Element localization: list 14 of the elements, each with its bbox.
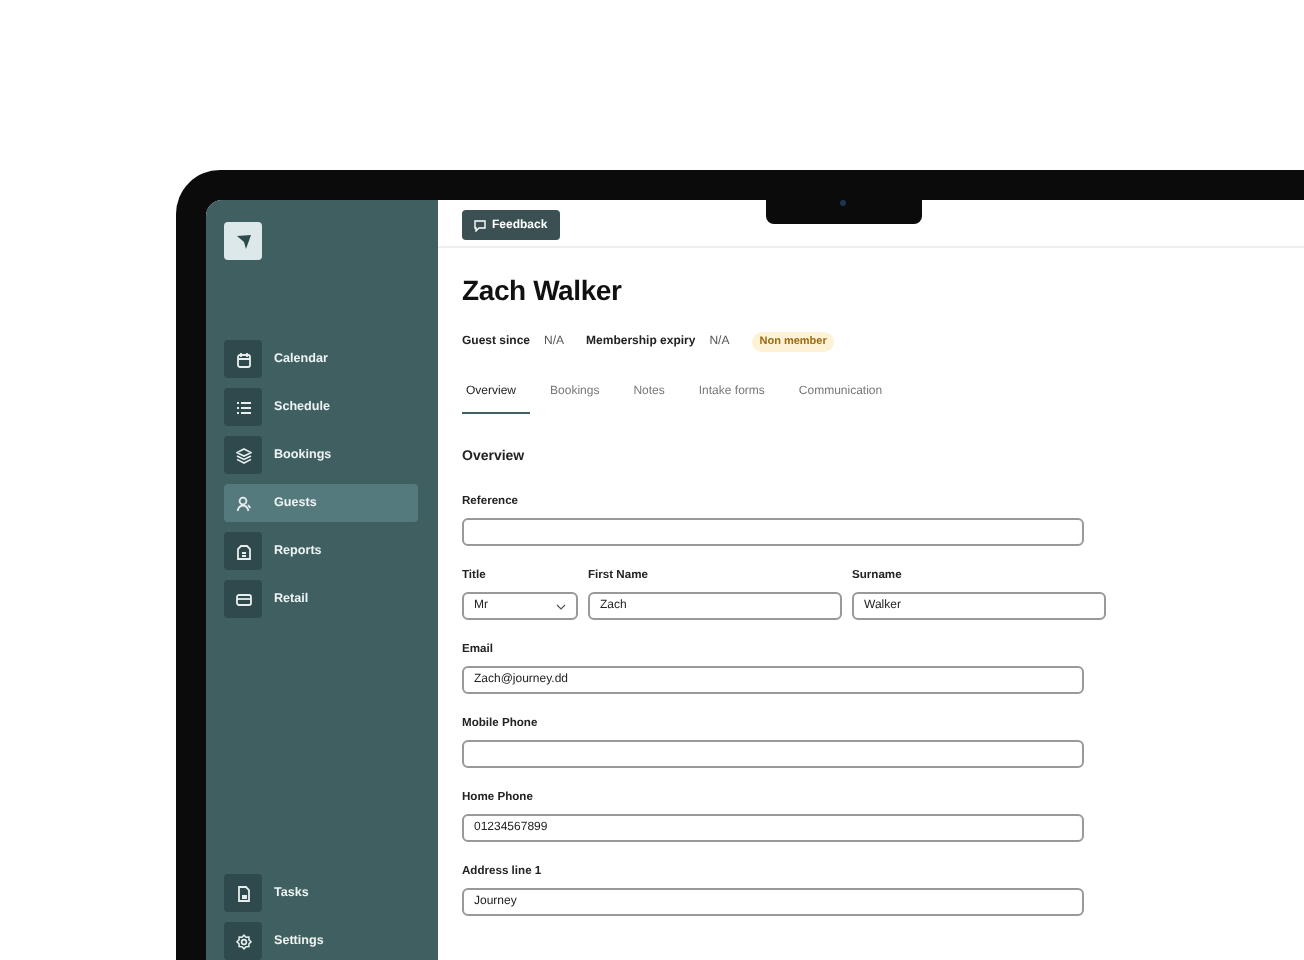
settings-icon (235, 933, 251, 949)
person-icon (235, 495, 251, 511)
chat-icon (474, 219, 486, 231)
layers-icon (235, 447, 251, 463)
document-icon (235, 885, 251, 901)
list-icon (235, 399, 251, 415)
logo-icon (224, 222, 262, 260)
calendar-icon (235, 351, 251, 367)
input-field[interactable] (462, 740, 1084, 768)
clipboard-icon (235, 543, 251, 559)
chevron-down-icon (556, 603, 566, 609)
input-field[interactable] (462, 518, 1084, 546)
guest-name: Zach Walker (462, 274, 624, 306)
card-icon (235, 591, 251, 607)
